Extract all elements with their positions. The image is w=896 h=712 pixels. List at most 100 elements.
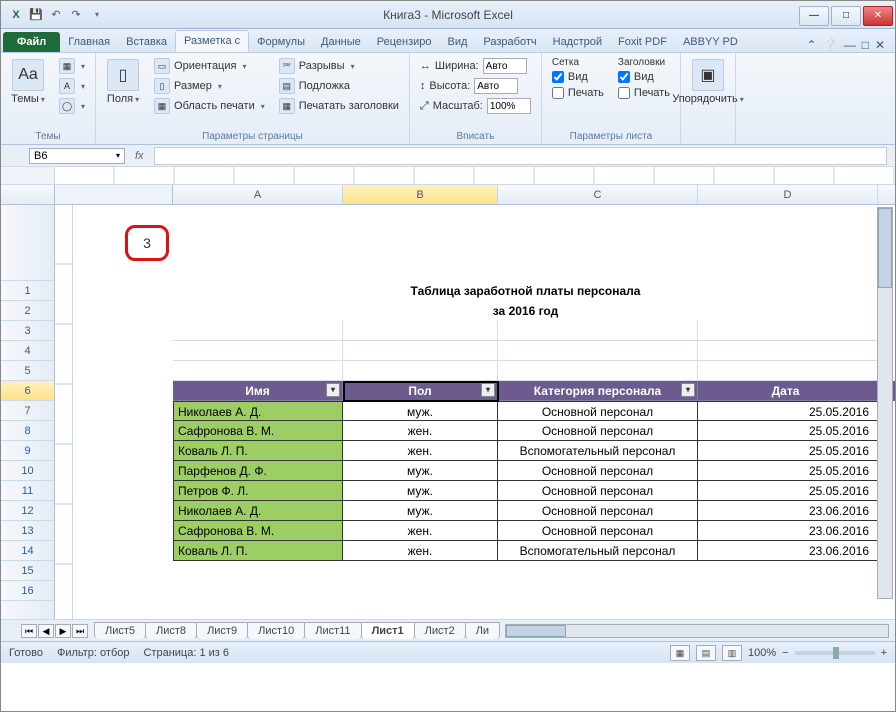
th-date[interactable]: Дата	[698, 381, 878, 401]
th-name[interactable]: Имя▾	[173, 381, 343, 401]
tab-insert[interactable]: Вставка	[118, 32, 175, 52]
scale-spin[interactable]: ⤢Масштаб:	[416, 97, 535, 115]
tab-home[interactable]: Главная	[60, 32, 118, 52]
size-button[interactable]: ▯Размер	[150, 77, 269, 95]
row-header[interactable]: 4	[1, 341, 54, 361]
view-layout-icon[interactable]: ▤	[696, 645, 716, 661]
sheet-canvas[interactable]: 3 Таблица заработной платы персонала за …	[55, 205, 895, 619]
maximize-button[interactable]: □	[831, 6, 861, 26]
gridlines-print-check[interactable]: Печать	[548, 86, 608, 100]
horizontal-scrollbar[interactable]	[505, 624, 889, 638]
name-box[interactable]: B6▾	[29, 148, 125, 164]
print-titles-button[interactable]: ▦Печатать заголовки	[275, 97, 403, 115]
tab-formulas[interactable]: Формулы	[249, 32, 313, 52]
tab-addins[interactable]: Надстрой	[545, 32, 610, 52]
formula-input[interactable]	[154, 147, 887, 165]
gridlines-view-check[interactable]: Вид	[548, 70, 608, 84]
vertical-scrollbar[interactable]	[877, 207, 893, 599]
sheet-tab[interactable]: Лист9	[196, 622, 248, 639]
row-header[interactable]: 7	[1, 401, 54, 421]
th-category[interactable]: Категория персонала▾	[498, 381, 698, 401]
save-icon[interactable]: 💾	[27, 6, 45, 24]
nav-first-icon[interactable]: ⏮	[21, 624, 37, 638]
background-button[interactable]: ▤Подложка	[275, 77, 403, 95]
row-header[interactable]: 1	[1, 281, 54, 301]
row-header[interactable]: 15	[1, 561, 54, 581]
tab-developer[interactable]: Разработч	[475, 32, 544, 52]
orientation-button[interactable]: ▭Ориентация	[150, 57, 269, 75]
sheet-tab[interactable]: Ли	[465, 622, 500, 639]
theme-effects[interactable]: ◯	[55, 97, 89, 115]
breaks-button[interactable]: ⎃Разрывы	[275, 57, 403, 75]
doc-min-icon[interactable]: —	[844, 38, 856, 52]
col-header-b[interactable]: B	[343, 185, 498, 204]
theme-fonts[interactable]: A	[55, 77, 89, 95]
nav-next-icon[interactable]: ▶	[55, 624, 71, 638]
filter-icon[interactable]: ▾	[326, 383, 340, 397]
row-header[interactable]: 11	[1, 481, 54, 501]
filter-icon[interactable]: ▾	[481, 383, 495, 397]
tab-review[interactable]: Рецензиро	[369, 32, 440, 52]
zoom-out-icon[interactable]: −	[782, 647, 788, 659]
sheet-tab-active[interactable]: Лист1	[361, 622, 415, 639]
fx-icon[interactable]: fx	[135, 150, 144, 162]
ribbon-minimize-icon[interactable]: ⌃	[807, 38, 817, 52]
page-number-header[interactable]: 3	[125, 225, 169, 261]
headings-print-check[interactable]: Печать	[614, 86, 674, 100]
headings-view-check[interactable]: Вид	[614, 70, 674, 84]
close-button[interactable]: ✕	[863, 6, 893, 26]
row-header[interactable]: 8	[1, 421, 54, 441]
nav-prev-icon[interactable]: ◀	[38, 624, 54, 638]
row-header[interactable]: 16	[1, 581, 54, 601]
row-header[interactable]: 12	[1, 501, 54, 521]
sheet-tab[interactable]: Лист2	[414, 622, 466, 639]
qat-dropdown[interactable]	[87, 6, 105, 24]
arrange-button[interactable]: ▣ Упорядочить	[687, 57, 729, 107]
table-header-row: Имя▾ Пол▾ Категория персонала▾ Дата	[173, 381, 895, 401]
nav-last-icon[interactable]: ⏭	[72, 624, 88, 638]
select-all-corner[interactable]	[1, 185, 55, 204]
row-header[interactable]: 3	[1, 321, 54, 341]
tab-file[interactable]: Файл	[3, 32, 60, 52]
doc-max-icon[interactable]: □	[862, 38, 869, 52]
help-icon[interactable]: ❔	[823, 38, 838, 52]
col-header-d[interactable]: D	[698, 185, 878, 204]
sheet-tab[interactable]: Лист8	[145, 622, 197, 639]
undo-icon[interactable]: ↶	[47, 6, 65, 24]
theme-colors[interactable]: ▦	[55, 57, 89, 75]
row-header[interactable]: 9	[1, 441, 54, 461]
tab-abbyy[interactable]: ABBYY PD	[675, 32, 746, 52]
tab-page-layout[interactable]: Разметка с	[175, 30, 249, 52]
row-header[interactable]: 10	[1, 461, 54, 481]
print-area-button[interactable]: ▦Область печати	[150, 97, 269, 115]
margins-button[interactable]: ▯ Поля	[102, 57, 144, 107]
tab-view[interactable]: Вид	[440, 32, 476, 52]
redo-icon[interactable]: ↷	[67, 6, 85, 24]
col-header-c[interactable]: C	[498, 185, 698, 204]
minimize-button[interactable]: —	[799, 6, 829, 26]
row-header[interactable]: 6	[1, 381, 54, 401]
doc-close-icon[interactable]: ✕	[875, 38, 885, 52]
th-gender[interactable]: Пол▾	[343, 381, 498, 401]
sheet-tab[interactable]: Лист5	[94, 622, 146, 639]
margins-icon: ▯	[107, 59, 139, 91]
height-spin[interactable]: ↕Высота:	[416, 77, 535, 95]
zoom-slider[interactable]	[795, 651, 875, 655]
themes-button[interactable]: Aa Темы	[7, 57, 49, 107]
row-header[interactable]: 14	[1, 541, 54, 561]
table-title: Таблица заработной платы персонала	[173, 281, 878, 301]
zoom-in-icon[interactable]: +	[881, 647, 887, 659]
width-spin[interactable]: ↔Ширина:	[416, 57, 535, 75]
sheet-tab[interactable]: Лист11	[304, 622, 361, 639]
filter-icon[interactable]: ▾	[681, 383, 695, 397]
col-header-a[interactable]: A	[173, 185, 343, 204]
tab-data[interactable]: Данные	[313, 32, 369, 52]
row-header[interactable]: 5	[1, 361, 54, 381]
tab-foxit[interactable]: Foxit PDF	[610, 32, 675, 52]
sheet-tab[interactable]: Лист10	[247, 622, 305, 639]
table-row: Сафронова В. М.жен.Основной персонал25.0…	[173, 421, 895, 441]
row-header[interactable]: 2	[1, 301, 54, 321]
view-normal-icon[interactable]: ▦	[670, 645, 690, 661]
row-header[interactable]: 13	[1, 521, 54, 541]
view-break-icon[interactable]: ▥	[722, 645, 742, 661]
